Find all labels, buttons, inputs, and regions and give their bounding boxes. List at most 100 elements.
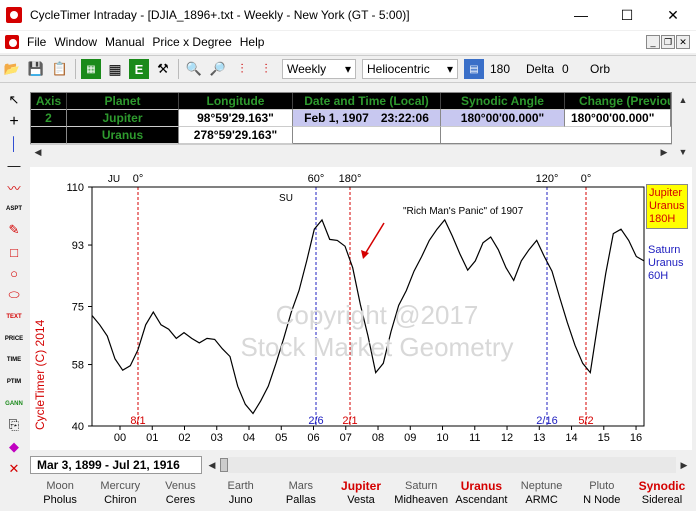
scroll-up-arrow-icon[interactable]: ▲ — [675, 92, 691, 108]
chart-icon[interactable]: ▦ — [81, 59, 101, 79]
time-tool-icon[interactable]: TIME — [3, 350, 25, 371]
scroll-right-arrow-icon[interactable]: ▶ — [656, 145, 672, 161]
pointer-icon[interactable]: ↖ — [3, 90, 25, 111]
maximize-button[interactable]: ☐ — [604, 0, 650, 30]
y-tick-label: 75 — [72, 302, 84, 314]
cycle-top-label: 180° — [339, 173, 362, 185]
price-chart[interactable]: 0° 8/1 60° 2/6 180° 2/1 120° 2/16 0° 5/2 JU SU 40 5… — [30, 167, 692, 450]
planet-button-earth[interactable]: Earth Juno — [211, 476, 271, 509]
y-tick-label: 93 — [72, 240, 84, 252]
document-icon[interactable] — [5, 35, 19, 49]
table-horizontal-scrollbar[interactable]: ◀ ▶ — [30, 144, 672, 160]
text-tool-icon[interactable]: TEXT — [3, 307, 25, 328]
copy-icon[interactable]: ⎘ — [3, 415, 25, 436]
planet-button-mars[interactable]: Mars Pallas — [271, 476, 331, 509]
cell-change: 180°00'00.000" — [565, 110, 671, 127]
planet-button-sublabel: Sidereal — [641, 493, 683, 506]
scroll-left-arrow-icon[interactable]: ◀ — [204, 457, 220, 473]
clipboard-icon[interactable]: 📋 — [50, 59, 70, 79]
aspect-tool-icon[interactable]: ASPT — [3, 198, 25, 219]
planet-button-uranus[interactable]: Uranus Ascendant — [451, 476, 511, 509]
minimize-button[interactable]: — — [558, 0, 604, 30]
price-chart-panel[interactable]: 0° 8/1 60° 2/6 180° 2/1 120° 2/16 0° 5/2 JU SU 40 5… — [30, 167, 692, 450]
x-tick-label: 01 — [146, 432, 158, 444]
close-button[interactable]: ✕ — [650, 0, 696, 30]
pencil-icon[interactable]: ✎ — [3, 220, 25, 241]
coordinate-system-select[interactable]: Heliocentric ▾ — [362, 59, 458, 79]
table-vertical-scrollbar[interactable]: ▲ ▼ — [674, 92, 692, 160]
eraser-icon[interactable]: ◆ — [3, 437, 25, 458]
open-folder-icon[interactable]: 📂 — [2, 59, 22, 79]
legend-line: Uranus — [648, 257, 684, 269]
x-tick-label: 12 — [501, 432, 513, 444]
time-scroll-track[interactable] — [228, 457, 676, 473]
x-tick-label: 03 — [211, 432, 223, 444]
gann-tool-icon[interactable]: GANN — [3, 393, 25, 414]
vertical-line-icon[interactable]: │ — [3, 133, 25, 154]
planet-button-label: Uranus — [460, 478, 503, 493]
delta-label: Delta — [526, 62, 555, 76]
crosshair-icon[interactable]: + — [3, 112, 25, 133]
planet-button-venus[interactable]: Venus Ceres — [150, 476, 210, 509]
planet-button-saturn[interactable]: Saturn Midheaven — [391, 476, 451, 509]
title-bar: CycleTimer Intraday - [DJIA_1896+.txt - … — [0, 0, 696, 30]
horizontal-line-icon[interactable]: — — [3, 155, 25, 176]
side-copyright: CycleTimer (C) 2014 — [33, 319, 47, 430]
delete-icon[interactable]: ✕ — [3, 458, 25, 479]
planet-button-neptune[interactable]: Neptune ARMC — [512, 476, 572, 509]
rectangle-icon[interactable]: □ — [3, 242, 25, 263]
planet-button-moon[interactable]: Moon Pholus — [30, 476, 90, 509]
planet-button-sublabel: Vesta — [347, 493, 375, 506]
ptime-tool-icon[interactable]: PTIM — [3, 372, 25, 393]
planet-button-jupiter[interactable]: Jupiter Vesta — [331, 476, 391, 509]
table-row[interactable]: Uranus 278°59'29.163" — [31, 127, 671, 144]
grid-icon[interactable]: ▦ — [105, 59, 125, 79]
planet-button-synodic[interactable]: Synodic Sidereal — [632, 476, 692, 509]
planet-button-sublabel: Pholus — [43, 493, 77, 506]
zoom-in-icon[interactable]: 🔍 — [184, 59, 204, 79]
system-value: Heliocentric — [367, 62, 430, 76]
degrees-field[interactable]: 180 — [486, 59, 522, 79]
status-bar: Mar 3, 1899 - Jul 21, 1916 ◀ ▶ — [30, 456, 692, 474]
zoom-out-icon[interactable]: 🔎 — [208, 59, 228, 79]
scroll-down-arrow-icon[interactable]: ▼ — [675, 144, 691, 160]
menu-window[interactable]: Window — [50, 35, 101, 49]
cell-date: Feb 1, 1907 — [304, 111, 369, 125]
delta-field[interactable]: 0 — [558, 59, 586, 79]
y-tick-label: 40 — [72, 421, 84, 433]
ephemeris-icon[interactable]: E — [129, 59, 149, 79]
mdi-close-button[interactable]: ✕ — [676, 35, 690, 49]
y-tick-label: 58 — [72, 360, 84, 372]
x-tick-label: 13 — [533, 432, 545, 444]
tools-icon[interactable]: ⚒ — [153, 59, 173, 79]
cycle-top-label: 0° — [133, 173, 144, 185]
planet-button-mercury[interactable]: Mercury Chiron — [90, 476, 150, 509]
toolbar-separator — [178, 59, 179, 79]
ellipse-icon[interactable]: ⬭ — [3, 285, 25, 306]
menu-file[interactable]: File — [23, 35, 50, 49]
bars-icon[interactable]: ⫶ — [232, 59, 252, 79]
save-icon[interactable]: 💾 — [26, 59, 46, 79]
legend-line: 60H — [648, 270, 669, 282]
cycle-bottom-label: 2/16 — [536, 415, 557, 427]
timeframe-select[interactable]: Weekly ▾ — [282, 59, 356, 79]
time-scroll-thumb[interactable] — [220, 458, 228, 472]
calculator-icon[interactable]: ▤ — [464, 59, 484, 79]
x-tick-label: 14 — [565, 432, 577, 444]
toolbar-separator — [75, 59, 76, 79]
planet-button-pluto[interactable]: Pluto N Node — [572, 476, 632, 509]
price-tool-icon[interactable]: PRICE — [3, 328, 25, 349]
table-row[interactable]: 2 Jupiter 98°59'29.163" Feb 1, 1907 23:2… — [31, 110, 671, 127]
scroll-right-arrow-icon[interactable]: ▶ — [676, 457, 692, 473]
scroll-left-arrow-icon[interactable]: ◀ — [30, 145, 46, 161]
wave-icon[interactable]: 〰 — [3, 177, 25, 198]
planet-button-sublabel: Ceres — [165, 493, 196, 506]
menu-manual[interactable]: Manual — [101, 35, 148, 49]
mdi-restore-button[interactable]: ❐ — [661, 35, 675, 49]
bars-alt-icon[interactable]: ⫶ — [256, 59, 276, 79]
menu-help[interactable]: Help — [236, 35, 269, 49]
chevron-down-icon: ▾ — [344, 62, 351, 76]
circle-icon[interactable]: ○ — [3, 263, 25, 284]
mdi-minimize-button[interactable]: _ — [646, 35, 660, 49]
menu-price-degree[interactable]: Price x Degree — [148, 35, 235, 49]
